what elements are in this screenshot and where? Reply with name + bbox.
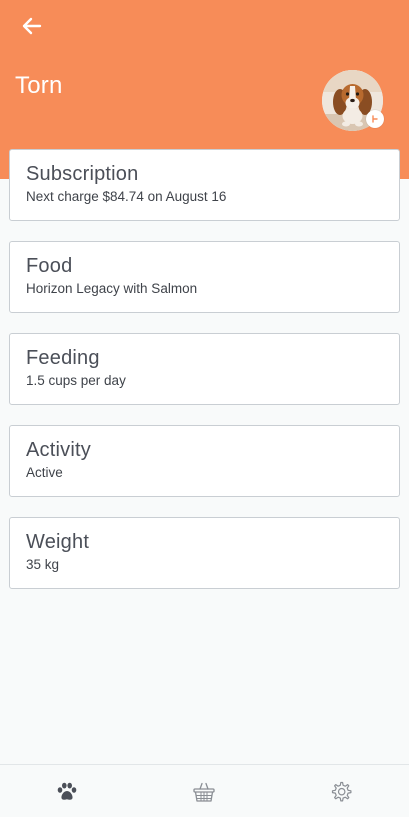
basket-icon — [193, 782, 215, 802]
card-title: Feeding — [26, 347, 100, 369]
bottom-tab-bar — [0, 764, 409, 817]
card-title: Activity — [26, 439, 91, 461]
activity-card[interactable]: Activity Active — [9, 425, 400, 497]
back-button[interactable] — [18, 14, 46, 38]
tab-shop[interactable] — [174, 765, 234, 817]
pet-name-title: Torn — [15, 72, 63, 99]
card-title: Food — [26, 255, 73, 277]
paw-icon — [57, 782, 77, 800]
arrow-left-icon — [22, 17, 42, 35]
card-subtitle: Active — [26, 465, 63, 480]
tab-settings[interactable] — [311, 765, 371, 817]
avatar-edit-button[interactable] — [366, 110, 384, 128]
card-subtitle: 1.5 cups per day — [26, 373, 126, 388]
weight-card[interactable]: Weight 35 kg — [9, 517, 400, 589]
card-subtitle: Next charge $84.74 on August 16 — [26, 189, 227, 204]
card-title: Subscription — [26, 163, 139, 185]
feeding-card[interactable]: Feeding 1.5 cups per day — [9, 333, 400, 405]
card-subtitle: Horizon Legacy with Salmon — [26, 281, 198, 296]
gear-icon — [331, 781, 352, 801]
tab-pets[interactable] — [37, 765, 97, 817]
subscription-card[interactable]: Subscription Next charge $84.74 on Augus… — [9, 149, 400, 221]
card-subtitle: 35 kg — [26, 557, 60, 572]
food-card[interactable]: Food Horizon Legacy with Salmon — [9, 241, 400, 313]
card-title: Weight — [26, 531, 90, 553]
edit-icon — [372, 115, 378, 123]
